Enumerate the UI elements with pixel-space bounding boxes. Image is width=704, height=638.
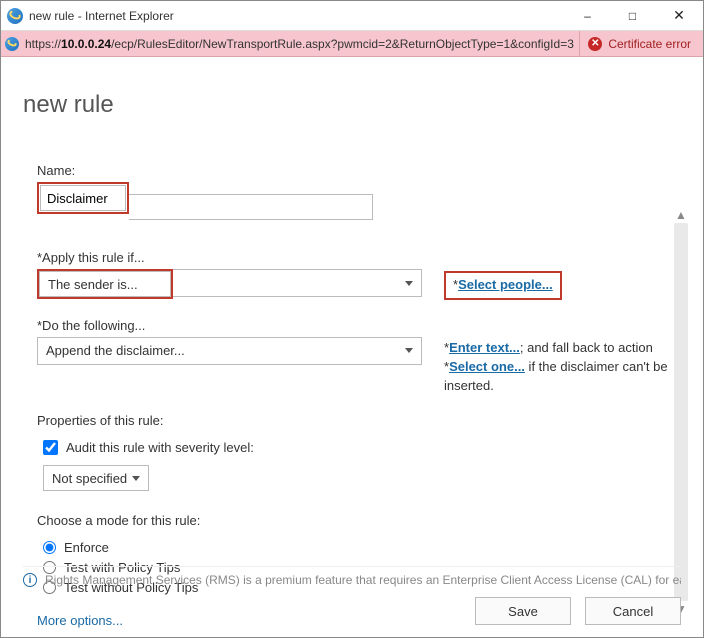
apply-select-wrap: The sender is... bbox=[37, 269, 422, 299]
select-people-link[interactable]: Select people... bbox=[458, 277, 553, 292]
do-select[interactable]: Append the disclaimer... bbox=[37, 337, 422, 365]
name-label: Name: bbox=[37, 163, 681, 178]
form-area: Name: *Apply this rule if... The sender … bbox=[37, 163, 681, 628]
window-titlebar: new rule - Internet Explorer – □ ✕ bbox=[1, 1, 703, 31]
button-bar: Save Cancel bbox=[475, 597, 681, 625]
info-icon: i bbox=[23, 573, 37, 587]
do-row: Append the disclaimer... *Enter text...;… bbox=[37, 337, 681, 396]
window-title: new rule - Internet Explorer bbox=[29, 9, 565, 23]
apply-select[interactable]: The sender is... bbox=[39, 271, 171, 297]
name-input[interactable] bbox=[40, 185, 126, 211]
url-host: 10.0.0.24 bbox=[61, 37, 111, 51]
scroll-track[interactable] bbox=[674, 223, 688, 601]
apply-aside: *Select people... bbox=[444, 269, 562, 300]
chevron-down-icon bbox=[132, 476, 140, 481]
footer-note: i Rights Management Services (RMS) is a … bbox=[23, 566, 681, 587]
chevron-down-icon bbox=[405, 281, 413, 286]
mode-enforce-radio[interactable] bbox=[43, 541, 56, 554]
apply-row: The sender is... *Select people... bbox=[37, 269, 681, 300]
apply-label: *Apply this rule if... bbox=[37, 250, 681, 265]
mode-enforce-label: Enforce bbox=[64, 540, 109, 555]
cancel-button[interactable]: Cancel bbox=[585, 597, 681, 625]
url-scheme: https:// bbox=[25, 37, 61, 51]
address-bar[interactable]: https://10.0.0.24/ecp/RulesEditor/NewTra… bbox=[1, 31, 703, 57]
save-button[interactable]: Save bbox=[475, 597, 571, 625]
page-title: new rule bbox=[23, 91, 681, 119]
apply-select-value: The sender is... bbox=[48, 277, 138, 292]
url-path: /ecp/RulesEditor/NewTransportRule.aspx?p… bbox=[111, 37, 574, 51]
window-controls: – □ ✕ bbox=[565, 1, 703, 30]
severity-select[interactable]: Not specified bbox=[43, 465, 149, 491]
apply-select-extent[interactable] bbox=[173, 269, 422, 297]
mode-enforce[interactable]: Enforce bbox=[43, 540, 681, 555]
shield-error-icon: ✕ bbox=[588, 37, 602, 51]
audit-checkbox[interactable] bbox=[43, 440, 58, 455]
select-one-link[interactable]: Select one... bbox=[449, 359, 525, 374]
do-label: *Do the following... bbox=[37, 318, 681, 333]
audit-row: Audit this rule with severity level: bbox=[43, 440, 681, 455]
do-select-value: Append the disclaimer... bbox=[46, 343, 185, 358]
enter-text-link[interactable]: Enter text... bbox=[449, 340, 520, 355]
footer-note-text: Rights Management Services (RMS) is a pr… bbox=[45, 573, 681, 587]
scroll-up-icon[interactable]: ▲ bbox=[673, 207, 689, 223]
name-highlight bbox=[37, 182, 129, 214]
name-input-extent[interactable] bbox=[129, 194, 373, 220]
content-area: new rule Name: *Apply this rule if... Th… bbox=[1, 57, 703, 637]
ie-icon bbox=[7, 8, 23, 24]
severity-value: Not specified bbox=[52, 471, 127, 486]
audit-label: Audit this rule with severity level: bbox=[66, 440, 254, 455]
select-people-highlight: *Select people... bbox=[444, 271, 562, 300]
cert-error-label: Certificate error bbox=[608, 37, 691, 51]
certificate-error[interactable]: ✕ Certificate error bbox=[579, 31, 699, 56]
maximize-button[interactable]: □ bbox=[610, 1, 655, 30]
mode-header: Choose a mode for this rule: bbox=[37, 513, 681, 528]
url-text: https://10.0.0.24/ecp/RulesEditor/NewTra… bbox=[25, 37, 579, 51]
scrollbar[interactable]: ▲ ▼ bbox=[673, 207, 689, 617]
chevron-down-icon bbox=[405, 348, 413, 353]
name-input-wrap bbox=[37, 182, 681, 232]
close-button[interactable]: ✕ bbox=[655, 1, 703, 30]
ie-icon bbox=[5, 37, 19, 51]
do-aside: *Enter text...; and fall back to action … bbox=[444, 337, 674, 396]
properties-header: Properties of this rule: bbox=[37, 413, 681, 428]
minimize-button[interactable]: – bbox=[565, 1, 610, 30]
apply-highlight: The sender is... bbox=[37, 269, 173, 299]
